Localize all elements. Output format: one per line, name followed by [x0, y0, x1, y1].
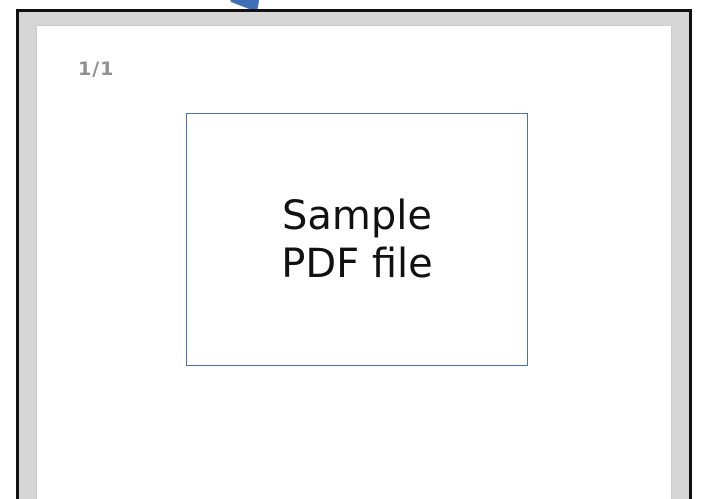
page-counter: 1/1: [78, 58, 115, 80]
screenshot-stage: 1/1 Sample PDF file: [0, 0, 707, 499]
document-text-line-1: Sample: [282, 192, 432, 239]
document-content-box: Sample PDF file: [186, 113, 528, 366]
document-text-line-2: PDF file: [281, 240, 433, 287]
document-text: Sample PDF file: [281, 192, 433, 288]
